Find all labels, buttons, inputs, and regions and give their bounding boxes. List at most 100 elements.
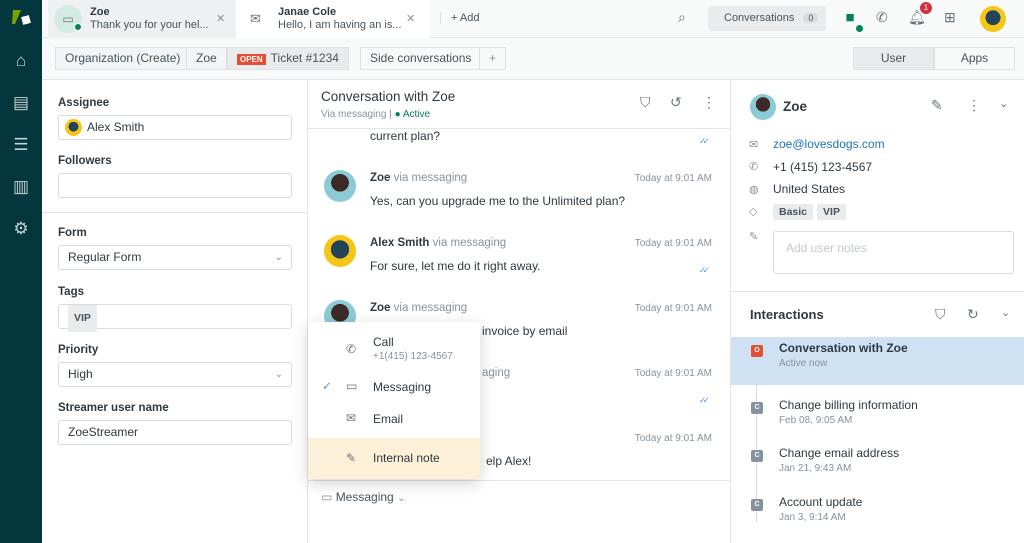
read-receipt-icon: ✓✓	[698, 265, 710, 275]
close-icon[interactable]: ✕	[216, 12, 225, 25]
filter-icon[interactable]: ⛉	[935, 306, 946, 323]
status-badge: OPEN	[237, 54, 266, 65]
home-icon[interactable]: ⌂	[9, 49, 33, 73]
message-text: For sure, let me do it right away.	[370, 259, 541, 273]
menu-item-label: Messaging	[373, 380, 432, 394]
conversation-status: Active	[402, 109, 431, 120]
message-text: elp Alex!	[486, 454, 532, 468]
user-phone[interactable]: +1 (415) 123-4567	[773, 160, 872, 174]
views-icon[interactable]: ▤	[9, 91, 33, 115]
conversations-label: Conversations	[724, 12, 795, 24]
search-icon[interactable]: ⌕	[678, 9, 686, 26]
chevron-down-icon[interactable]: ⌄	[1001, 306, 1010, 319]
interaction-badge: O	[751, 345, 763, 357]
streamer-value: ZoeStreamer	[68, 425, 139, 439]
tags-field[interactable]: VIP	[58, 304, 292, 332]
breadcrumb-organization[interactable]: Organization (Create)	[55, 47, 191, 70]
history-icon[interactable]: ↺	[670, 94, 682, 111]
customers-icon[interactable]: ☰	[9, 133, 33, 157]
filter-icon[interactable]: ⛉	[640, 94, 651, 111]
message-text: current plan?	[370, 129, 441, 143]
read-receipt-icon: ✓✓	[698, 395, 710, 405]
interaction-item[interactable]: C Account update Jan 3, 9:14 AM	[731, 491, 1024, 539]
user-panel: Zoe ✎ ⋮ ⌄ ✉ zoe@lovesdogs.com ✆ +1 (415)…	[730, 80, 1024, 543]
followers-label: Followers	[58, 155, 112, 167]
interaction-item[interactable]: C Change billing information Feb 08, 9:0…	[731, 394, 1024, 442]
chevron-down-icon[interactable]: ⌄	[999, 97, 1008, 110]
channel-switcher[interactable]: ▭ Messaging ⌄	[321, 490, 405, 504]
user-notes-input[interactable]: Add user notes	[773, 231, 1014, 274]
interaction-badge: C	[751, 450, 763, 462]
add-tab-button[interactable]: + Add	[440, 12, 479, 24]
user-country: United States	[773, 182, 846, 196]
interaction-item-active[interactable]: O Conversation with Zoe Active now	[731, 337, 1024, 385]
tab-apps[interactable]: Apps	[934, 47, 1015, 70]
menu-item-messaging[interactable]: ✓ ▭ Messaging	[308, 374, 480, 402]
reporting-icon[interactable]: ▥	[9, 175, 33, 199]
tag-chip: VIP	[817, 204, 846, 220]
email-icon: ✉	[749, 139, 759, 151]
assignee-label: Assignee	[58, 97, 110, 109]
divider	[308, 480, 730, 481]
tab-zoe[interactable]: ▭ Zoe Thank you for your hel... ✕	[48, 0, 236, 38]
sender-channel: aging	[482, 367, 511, 379]
tab-preview: Thank you for your hel...	[90, 19, 209, 31]
followers-field[interactable]	[58, 173, 292, 198]
close-icon[interactable]: ✕	[406, 12, 415, 25]
online-dot	[74, 23, 82, 31]
tab-janae-cole[interactable]: ✉ Janae Cole Hello, I am having an is...…	[236, 0, 430, 38]
apps-grid-icon[interactable]: ⊞	[944, 9, 956, 26]
message-time: Today at 9:01 AM	[634, 368, 712, 379]
interaction-title: Conversation with Zoe	[779, 341, 908, 355]
chevron-down-icon: ⌄	[397, 493, 406, 504]
note-icon: ✎	[749, 231, 759, 243]
zendesk-logo[interactable]	[9, 6, 33, 30]
phone-icon: ✆	[346, 342, 357, 356]
more-options-icon[interactable]: ⋮	[702, 94, 716, 111]
avatar	[324, 235, 356, 267]
edit-pencil-icon[interactable]: ✎	[931, 97, 943, 114]
chevron-down-icon: ⌄	[274, 369, 283, 380]
menu-item-label: Internal note	[373, 451, 440, 465]
refresh-icon[interactable]: ↻	[967, 306, 979, 323]
interaction-subtitle: Active now	[779, 358, 828, 369]
user-avatar[interactable]	[980, 6, 1006, 32]
tag-chip: Basic	[773, 204, 814, 220]
interaction-item[interactable]: C Change email address Jan 21, 9:43 AM	[731, 442, 1024, 490]
menu-item-call[interactable]: ✆ Call +1(415) 123-4567	[308, 330, 480, 370]
tab-title: Zoe	[90, 6, 110, 18]
ticket-label: Ticket #1234	[270, 51, 339, 65]
avatar	[324, 170, 356, 202]
streamer-input[interactable]: ZoeStreamer	[58, 420, 292, 445]
side-conversations-button[interactable]: Side conversations	[360, 47, 482, 70]
more-options-icon[interactable]: ⋮	[967, 97, 981, 114]
sender-name: Zoe	[370, 172, 391, 184]
tab-user[interactable]: User	[853, 47, 934, 70]
menu-item-email[interactable]: ✉ Email	[308, 406, 480, 434]
sender-name: Alex Smith	[370, 237, 430, 249]
message-time: Today at 9:01 AM	[634, 433, 712, 444]
channel-menu: ✆ Call +1(415) 123-4567 ✓ ▭ Messaging ✉ …	[308, 322, 480, 479]
sender-channel: via messaging	[393, 302, 468, 314]
message-time: Today at 9:01 AM	[634, 303, 712, 314]
form-value: Regular Form	[68, 250, 142, 264]
breadcrumb-user[interactable]: Zoe	[186, 47, 227, 70]
add-side-conversation-button[interactable]: +	[479, 47, 507, 70]
message-time: Today at 9:01 AM	[634, 173, 712, 184]
breadcrumb-ticket[interactable]: OPEN Ticket #1234	[227, 47, 349, 70]
divider	[731, 291, 1024, 292]
tag-icon: ◇	[749, 206, 758, 218]
main-nav: ⌂ ▤ ☰ ▥ ⚙	[0, 0, 42, 543]
sender-channel: via messaging	[432, 237, 507, 249]
conversations-button[interactable]: Conversations 0	[708, 6, 826, 31]
menu-item-internal-note[interactable]: ✎ Internal note	[308, 438, 480, 479]
settings-gear-icon[interactable]: ⚙	[9, 217, 33, 241]
interaction-title: Change email address	[779, 446, 900, 460]
phone-icon[interactable]: ✆	[876, 9, 888, 26]
priority-select[interactable]: High ⌄	[58, 362, 292, 387]
message-text: invoice by email	[482, 324, 568, 338]
ticket-context-bar: Organization (Create) Zoe OPEN Ticket #12…	[42, 38, 1024, 80]
user-email[interactable]: zoe@lovesdogs.com	[773, 137, 885, 151]
form-select[interactable]: Regular Form ⌄	[58, 245, 292, 270]
assignee-field[interactable]: Alex Smith	[58, 115, 292, 140]
